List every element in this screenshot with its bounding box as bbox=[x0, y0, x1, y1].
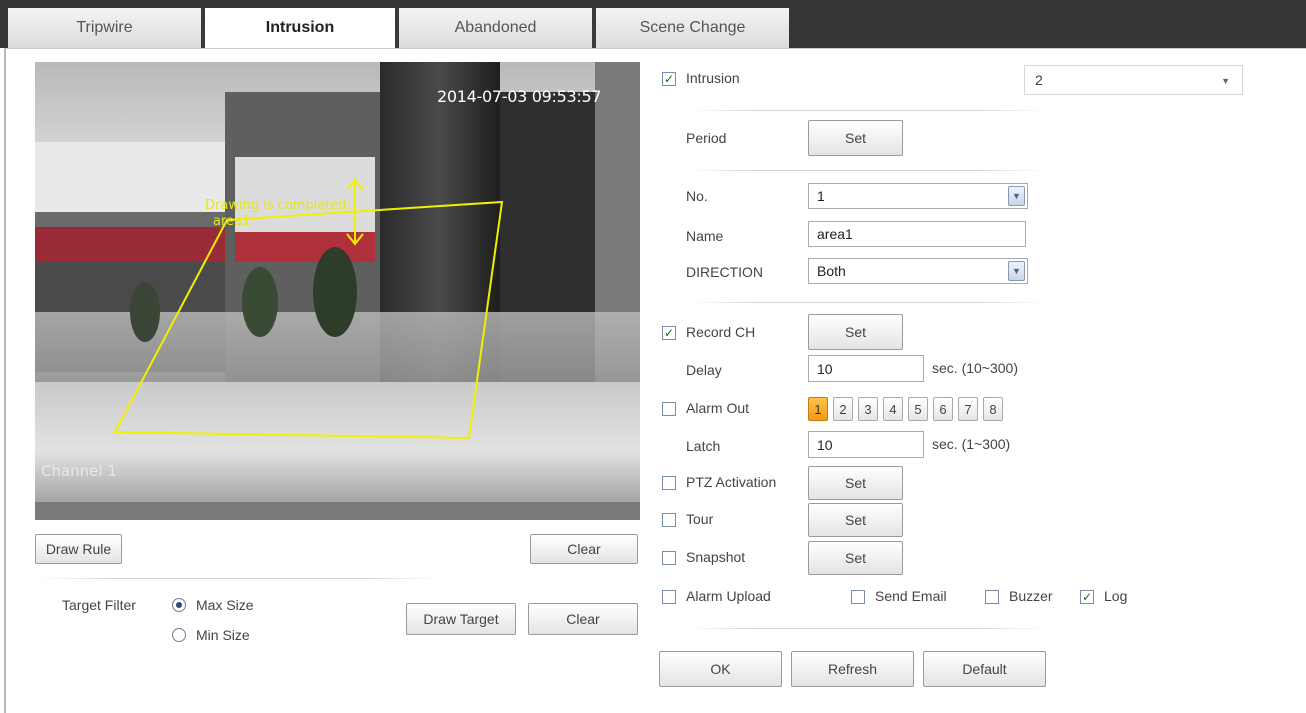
delay-label: Delay bbox=[686, 362, 722, 378]
draw-target-button[interactable]: Draw Target bbox=[406, 603, 516, 635]
alarm-upload-checkbox[interactable] bbox=[662, 590, 676, 604]
alarm-out-label: Alarm Out bbox=[686, 400, 750, 416]
buzzer-checkbox[interactable] bbox=[985, 590, 999, 604]
divider bbox=[686, 110, 1046, 111]
period-label: Period bbox=[686, 130, 727, 146]
divider bbox=[686, 170, 1046, 171]
channel-select-value: 2 bbox=[1035, 72, 1043, 88]
drawing-status-text: Drawing is completed: area1 bbox=[205, 198, 351, 230]
camera-scene bbox=[35, 62, 640, 520]
target-filter-label: Target Filter bbox=[62, 597, 136, 613]
chevron-down-icon: ▼ bbox=[1221, 76, 1230, 86]
ptz-activation-label: PTZ Activation bbox=[686, 474, 777, 490]
draw-rule-button[interactable]: Draw Rule bbox=[35, 534, 122, 564]
send-email-checkbox[interactable] bbox=[851, 590, 865, 604]
radio-selected-dot bbox=[176, 602, 182, 608]
tour-label: Tour bbox=[686, 511, 714, 527]
snapshot-checkbox[interactable] bbox=[662, 551, 676, 565]
snapshot-set-button[interactable]: Set bbox=[808, 541, 903, 575]
record-ch-set-button[interactable]: Set bbox=[808, 314, 903, 350]
alarm-out-channel-7[interactable]: 7 bbox=[958, 397, 978, 421]
chevron-down-icon: ▼ bbox=[1008, 261, 1025, 281]
direction-select-value: Both bbox=[817, 263, 846, 279]
alarm-out-channel-3[interactable]: 3 bbox=[858, 397, 878, 421]
drawing-status-line2: area1 bbox=[213, 214, 251, 229]
alarm-out-channel-8[interactable]: 8 bbox=[983, 397, 1003, 421]
record-ch-label: Record CH bbox=[686, 324, 756, 340]
delay-range: sec. (10~300) bbox=[932, 360, 1018, 376]
snapshot-label: Snapshot bbox=[686, 549, 746, 565]
divider bbox=[686, 302, 1046, 303]
latch-input[interactable]: 10 bbox=[808, 431, 924, 458]
period-set-button[interactable]: Set bbox=[808, 120, 903, 156]
channel-select[interactable]: 2 ▼ bbox=[1024, 65, 1243, 95]
latch-range: sec. (1~300) bbox=[932, 436, 1011, 452]
tab-abandoned[interactable]: Abandoned bbox=[395, 8, 592, 48]
chevron-down-icon: ▼ bbox=[1008, 186, 1025, 206]
ok-button[interactable]: OK bbox=[659, 651, 782, 687]
tab-bar: Tripwire Intrusion Abandoned Scene Chang… bbox=[0, 0, 1306, 48]
latch-label: Latch bbox=[686, 438, 721, 454]
video-preview[interactable]: 2014-07-03 09:53:57 Drawing is completed… bbox=[35, 62, 640, 520]
alarm-out-checkbox[interactable] bbox=[662, 402, 676, 416]
clear-rule-button[interactable]: Clear bbox=[530, 534, 638, 564]
drawing-status-line1: Drawing is completed: bbox=[205, 198, 352, 213]
direction-select[interactable]: Both ▼ bbox=[808, 258, 1028, 284]
min-size-radio[interactable] bbox=[172, 628, 186, 642]
divider bbox=[35, 578, 445, 579]
delay-input[interactable]: 10 bbox=[808, 355, 924, 382]
video-channel-label: Channel 1 bbox=[41, 462, 117, 480]
tab-tripwire[interactable]: Tripwire bbox=[8, 8, 201, 48]
divider bbox=[686, 628, 1046, 629]
log-label: Log bbox=[1104, 588, 1128, 604]
direction-label: DIRECTION bbox=[686, 264, 763, 280]
name-input[interactable]: area1 bbox=[808, 221, 1026, 247]
alarm-out-channel-1[interactable]: 1 bbox=[808, 397, 828, 421]
tour-set-button[interactable]: Set bbox=[808, 503, 903, 537]
max-size-label: Max Size bbox=[196, 597, 254, 613]
no-label: No. bbox=[686, 188, 708, 204]
alarm-out-channel-4[interactable]: 4 bbox=[883, 397, 903, 421]
alarm-upload-label: Alarm Upload bbox=[686, 588, 771, 604]
name-label: Name bbox=[686, 228, 724, 244]
intrusion-checkbox[interactable]: ✓ bbox=[662, 72, 676, 86]
no-select-value: 1 bbox=[817, 188, 825, 204]
send-email-label: Send Email bbox=[875, 588, 947, 604]
ptz-activation-checkbox[interactable] bbox=[662, 476, 676, 490]
record-ch-checkbox[interactable]: ✓ bbox=[662, 326, 676, 340]
ptz-set-button[interactable]: Set bbox=[808, 466, 903, 500]
tour-checkbox[interactable] bbox=[662, 513, 676, 527]
min-size-label: Min Size bbox=[196, 627, 250, 643]
refresh-button[interactable]: Refresh bbox=[791, 651, 914, 687]
tab-intrusion[interactable]: Intrusion bbox=[201, 8, 395, 48]
buzzer-label: Buzzer bbox=[1009, 588, 1053, 604]
default-button[interactable]: Default bbox=[923, 651, 1046, 687]
alarm-out-channel-5[interactable]: 5 bbox=[908, 397, 928, 421]
log-checkbox[interactable]: ✓ bbox=[1080, 590, 1094, 604]
alarm-out-channel-6[interactable]: 6 bbox=[933, 397, 953, 421]
alarm-out-channel-2[interactable]: 2 bbox=[833, 397, 853, 421]
tab-scene-change[interactable]: Scene Change bbox=[592, 8, 789, 48]
video-timestamp: 2014-07-03 09:53:57 bbox=[437, 87, 602, 106]
intrusion-label: Intrusion bbox=[686, 70, 740, 86]
clear-target-button[interactable]: Clear bbox=[528, 603, 638, 635]
no-select[interactable]: 1 ▼ bbox=[808, 183, 1028, 209]
max-size-radio[interactable] bbox=[172, 598, 186, 612]
